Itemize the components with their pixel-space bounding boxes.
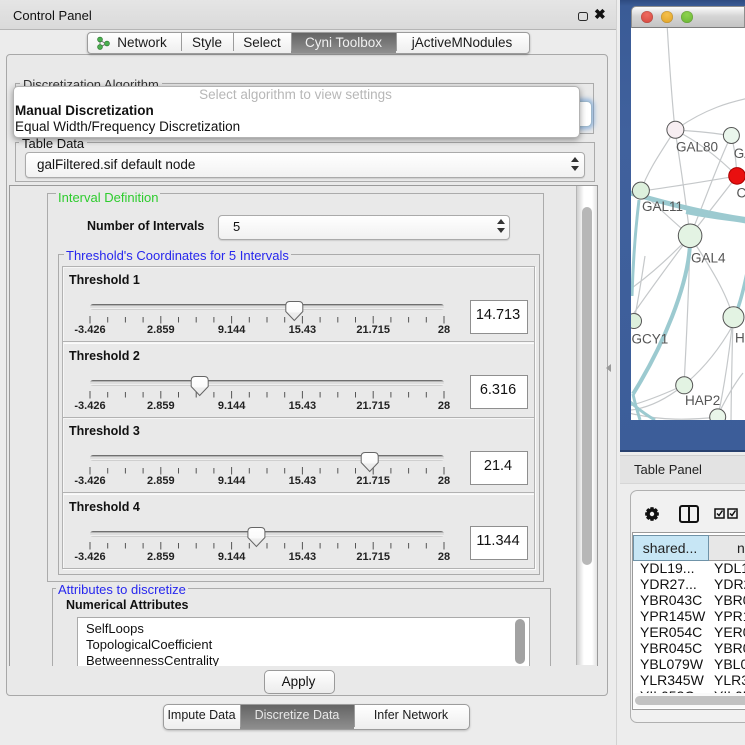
svg-text:GAL11: GAL11	[642, 199, 683, 214]
svg-text:C: C	[737, 186, 745, 201]
svg-text:HAP2: HAP2	[685, 393, 720, 408]
svg-text:GA: GA	[734, 146, 745, 161]
svg-text:GCY1: GCY1	[632, 332, 669, 347]
svg-text:H: H	[735, 331, 745, 346]
svg-text:GAL4: GAL4	[691, 251, 726, 266]
svg-text:GAL80: GAL80	[676, 140, 718, 155]
